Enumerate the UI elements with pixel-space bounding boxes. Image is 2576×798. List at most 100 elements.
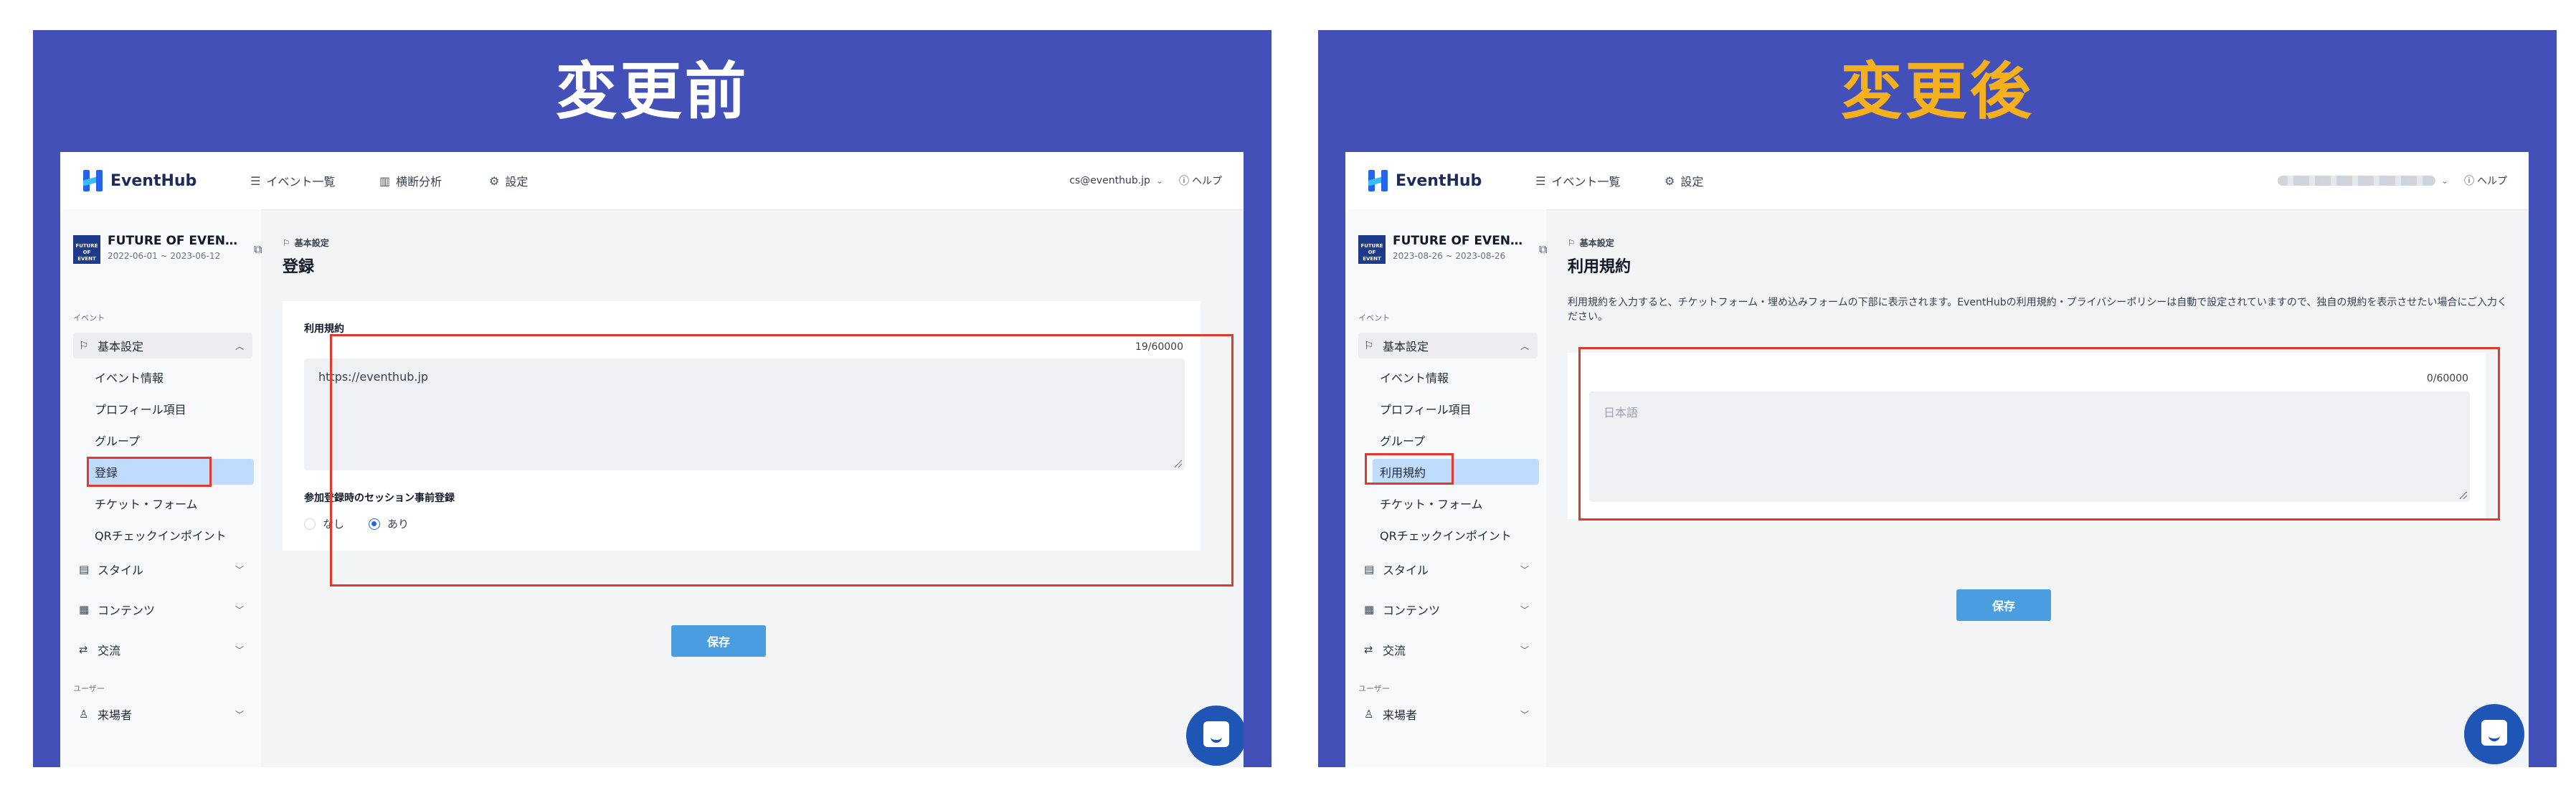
event-name: FUTURE OF EVEN…: [108, 234, 238, 248]
nav-event-list[interactable]: ☰ イベント一覧: [1535, 152, 1620, 209]
style-icon: ▤: [79, 563, 90, 576]
sidebar-item-contents[interactable]: ▦ コンテンツ ﹀: [1358, 597, 1538, 622]
logo-icon: [82, 168, 105, 193]
sidebar-item-style[interactable]: ▤ スタイル ﹀: [1358, 556, 1538, 582]
account-email-blurred[interactable]: [2277, 176, 2435, 186]
app-window: EventHub ☰ イベント一覧 ▥ 横断分析 ⚙ 設定 cs@eventhu…: [60, 152, 1244, 767]
sidebar-item-visitors[interactable]: ♙ 来場者 ﹀: [73, 701, 252, 727]
after-heading: 変更後: [1840, 56, 2035, 128]
exchange-icon: ⇄: [1364, 643, 1373, 656]
contents-icon: ▦: [79, 603, 90, 616]
nav-label: 設定: [505, 175, 529, 189]
chevron-down-icon: ﹀: [235, 709, 244, 720]
before-heading: 変更前: [555, 56, 749, 128]
chat-widget[interactable]: [2464, 704, 2524, 764]
eventhub-logo[interactable]: EventHub: [1367, 166, 1482, 195]
save-button[interactable]: 保存: [671, 625, 766, 657]
section-label-user: ユーザー: [73, 684, 105, 693]
breadcrumb-text: 基本設定: [1579, 238, 1614, 248]
sidebar: FUTURE OF EVENT FUTURE OF EVEN… 2023-08-…: [1345, 209, 1547, 767]
contents-icon: ▦: [1364, 603, 1375, 616]
flag-icon: ⚐: [1568, 238, 1576, 248]
chat-widget[interactable]: [1186, 706, 1244, 766]
breadcrumb: ⚐ 基本設定: [283, 237, 329, 249]
breadcrumb: ⚐ 基本設定: [1568, 237, 1614, 249]
sidebar: FUTURE OF EVENT FUTURE OF EVEN… 2022-06-…: [60, 209, 262, 767]
chevron-down-icon[interactable]: ⌄: [2441, 176, 2448, 186]
flag-icon: ⚐: [283, 238, 290, 248]
account-area: cs@eventhub.jp ⌄ ⓘ ヘルプ: [1069, 152, 1222, 209]
style-icon: ▤: [1364, 563, 1375, 576]
chat-icon: [1203, 721, 1229, 747]
save-button[interactable]: 保存: [1956, 589, 2051, 621]
event-card: FUTURE OF EVENT FUTURE OF EVEN… 2022-06-…: [73, 232, 262, 268]
event-name: FUTURE OF EVEN…: [1393, 234, 1523, 248]
before-panel: 変更前 EventHub ☰ イベント一覧 ▥ 横断分析 ⚙ 設定 cs@eve…: [33, 30, 1272, 767]
help-link[interactable]: ヘルプ: [1192, 174, 1222, 188]
sidebar-item-event-info[interactable]: イベント情報: [87, 364, 254, 390]
nav-event-list[interactable]: ☰ イベント一覧: [250, 152, 335, 209]
nav-cross-analysis[interactable]: ▥ 横断分析: [379, 152, 442, 209]
chevron-down-icon: ﹀: [1520, 564, 1529, 575]
account-email[interactable]: cs@eventhub.jp: [1069, 175, 1150, 186]
chevron-down-icon: ﹀: [235, 604, 244, 615]
highlight-box-sidebar: [87, 457, 212, 487]
sidebar-item-style[interactable]: ▤ スタイル ﹀: [73, 556, 252, 582]
highlight-box-sidebar: [1365, 453, 1454, 485]
eventhub-logo[interactable]: EventHub: [82, 166, 196, 195]
sidebar-item-contents[interactable]: ▦ コンテンツ ﹀: [73, 597, 252, 622]
sidebar-item-label: コンテンツ: [98, 604, 156, 617]
sidebar-item-ticket-form[interactable]: チケット・フォーム: [87, 490, 254, 516]
section-label-user: ユーザー: [1358, 684, 1390, 693]
page-title: 利用規約: [1568, 258, 1632, 276]
sidebar-item-qr-checkin[interactable]: QRチェックインポイント: [87, 522, 254, 548]
nav-label: 設定: [1680, 175, 1704, 189]
event-thumbnail: FUTURE OF EVENT: [1358, 235, 1386, 264]
logo-text: EventHub: [1396, 171, 1482, 190]
exchange-icon: ⇄: [79, 643, 88, 656]
sidebar-item-visitors[interactable]: ♙ 来場者 ﹀: [1358, 701, 1538, 727]
event-dates: 2023-08-26 ~ 2023-08-26: [1393, 251, 1506, 261]
nav-settings[interactable]: ⚙ 設定: [489, 152, 528, 209]
sidebar-item-profile-fields[interactable]: プロフィール項目: [1373, 396, 1539, 422]
sidebar-item-label: スタイル: [1383, 564, 1429, 577]
sidebar-item-ticket-form[interactable]: チケット・フォーム: [1373, 490, 1539, 516]
after-panel: 変更後 EventHub ☰ イベント一覧 ⚙ 設定 ⌄ ⓘ ヘルプ FUTUR…: [1318, 30, 2557, 767]
chevron-down-icon: ﹀: [1520, 645, 1529, 655]
page-description: 利用規約を入力すると、チケットフォーム・埋め込みフォームの下部に表示されます。E…: [1568, 297, 2508, 323]
radio-button[interactable]: [304, 518, 316, 530]
sidebar-item-label: 交流: [98, 644, 121, 657]
help-icon: ⓘ: [1179, 176, 1189, 187]
terms-label: 利用規約: [304, 323, 344, 335]
logo-icon: [1367, 168, 1390, 193]
sidebar-item-label: 来場者: [98, 708, 133, 722]
page-title: 登録: [283, 258, 315, 276]
sidebar-item-label: 交流: [1383, 644, 1406, 657]
nav-settings[interactable]: ⚙ 設定: [1665, 152, 1703, 209]
sidebar-item-groups[interactable]: グループ: [87, 427, 254, 453]
account-area: ⌄ ⓘ ヘルプ: [2277, 152, 2507, 209]
gear-icon: ⚙: [489, 174, 500, 188]
list-icon: ☰: [1535, 174, 1546, 188]
user-icon: ♙: [79, 708, 89, 721]
sidebar-item-qr-checkin[interactable]: QRチェックインポイント: [1373, 522, 1539, 548]
chart-icon: ▥: [379, 174, 391, 188]
sidebar-group-basic-settings[interactable]: ⚐ 基本設定 ︿: [1358, 333, 1538, 358]
chevron-up-icon: ︿: [1520, 341, 1529, 351]
sidebar-item-event-info[interactable]: イベント情報: [1373, 364, 1539, 390]
sidebar-item-exchange[interactable]: ⇄ 交流 ﹀: [73, 637, 252, 662]
flag-icon: ⚐: [79, 339, 89, 352]
highlight-box-content: [330, 334, 1233, 586]
sidebar-item-exchange[interactable]: ⇄ 交流 ﹀: [1358, 637, 1538, 662]
sidebar-item-groups[interactable]: グループ: [1373, 427, 1539, 453]
top-bar: EventHub ☰ イベント一覧 ⚙ 設定 ⌄ ⓘ ヘルプ: [1345, 152, 2529, 210]
nav-label: イベント一覧: [266, 175, 336, 189]
section-label-event: イベント: [1358, 313, 1390, 323]
sidebar-group-basic-settings[interactable]: ⚐ 基本設定 ︿: [73, 333, 252, 358]
event-card: FUTURE OF EVENT FUTURE OF EVEN… 2023-08-…: [1358, 232, 1547, 268]
help-link[interactable]: ヘルプ: [2477, 174, 2507, 188]
sidebar-item-label: スタイル: [98, 564, 144, 577]
chevron-down-icon: ﹀: [1520, 709, 1529, 720]
sidebar-item-profile-fields[interactable]: プロフィール項目: [87, 396, 254, 422]
chevron-down-icon[interactable]: ⌄: [1156, 176, 1163, 186]
